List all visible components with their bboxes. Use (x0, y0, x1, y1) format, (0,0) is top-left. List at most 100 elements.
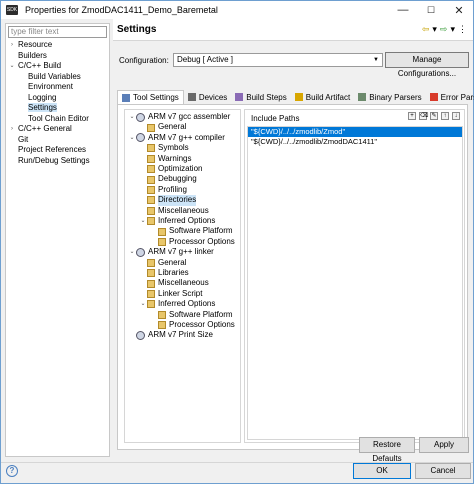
minimize-button[interactable]: — (389, 1, 417, 19)
tree-node[interactable]: Miscellaneous (139, 278, 209, 288)
tab-label: Devices (198, 92, 228, 102)
back-icon[interactable]: ⇦ (422, 24, 430, 35)
expander-icon[interactable]: ⌄ (128, 133, 136, 143)
sidebar-item[interactable]: Logging (6, 93, 109, 104)
tree-node[interactable]: ARM v7 Print Size (128, 330, 213, 341)
sidebar-item-label: Build Variables (28, 71, 81, 81)
manage-configurations-button[interactable]: Manage Configurations... (385, 52, 469, 78)
expander-icon[interactable]: ⌄ (139, 299, 147, 309)
sidebar-item[interactable]: ⌄ C/C++ Build (6, 61, 109, 72)
tree-node[interactable]: Software Platform (150, 226, 233, 236)
tab-icon (235, 93, 244, 101)
tool-gear-icon (136, 331, 145, 341)
tree-node[interactable]: Linker Script (139, 289, 202, 299)
tab[interactable]: Binary Parsers (354, 90, 425, 104)
tree-node[interactable]: ⌄ ARM v7 gcc assembler (128, 112, 230, 122)
cancel-button[interactable]: Cancel (415, 463, 471, 479)
tree-node-label: Debugging (158, 174, 197, 184)
tab[interactable]: Error Parsers (426, 90, 474, 104)
folder-icon (147, 269, 155, 278)
sidebar-item[interactable]: Project References (6, 145, 109, 156)
tree-node[interactable]: General (139, 258, 186, 268)
tree-node[interactable]: Symbols (139, 143, 189, 153)
sidebar-item[interactable]: › C/C++ General (6, 124, 109, 135)
restore-defaults-button[interactable]: Restore Defaults (359, 437, 415, 463)
tree-node[interactable]: Software Platform (150, 310, 233, 320)
sidebar-item-label: Logging (28, 92, 57, 102)
forward-menu-icon[interactable]: ▾ (450, 24, 455, 35)
tree-node[interactable]: Directories (139, 195, 197, 206)
maximize-button[interactable]: ☐ (417, 1, 445, 19)
tab-icon (358, 93, 367, 101)
folder-icon (147, 217, 155, 226)
tab[interactable]: Devices (184, 90, 231, 104)
move-down-icon[interactable]: ↓ (452, 112, 460, 120)
sidebar-item[interactable]: Environment (6, 82, 109, 93)
tab[interactable]: Tool Settings (117, 90, 184, 104)
settings-header: Settings ⇦ ▾ ⇨ ▾ ⋮ (113, 19, 473, 41)
view-menu-icon[interactable]: ⋮ (458, 24, 467, 35)
move-up-icon[interactable]: ↑ (441, 112, 449, 120)
tree-node-label: General (158, 122, 187, 132)
sidebar-item[interactable]: Builders (6, 51, 109, 62)
tree-node[interactable]: Processor Options (150, 320, 235, 330)
delete-path-icon[interactable]: ⌫ (419, 112, 428, 120)
sidebar-item[interactable]: Build Variables (6, 72, 109, 83)
tree-node[interactable]: Debugging (139, 174, 197, 184)
tree-node-label: ARM v7 g++ compiler (148, 132, 225, 142)
tree-node-label: Processor Options (169, 320, 235, 329)
tab-icon (294, 93, 303, 101)
tree-node[interactable]: Profiling (139, 185, 187, 195)
expander-icon[interactable]: › (8, 40, 16, 51)
sidebar: type filter text › Resource Builders ⌄ C/C++… (5, 23, 110, 457)
sidebar-item[interactable]: Run/Debug Settings (6, 156, 109, 167)
tree-node-label: Processor Options (169, 236, 235, 246)
sidebar-item[interactable]: › Resource (6, 40, 109, 51)
tree-node-label: Inferred Options (158, 299, 216, 309)
sidebar-item-label: C/C++ Build (18, 61, 62, 70)
tree-node[interactable]: ⌄ ARM v7 g++ linker (128, 247, 214, 257)
tree-node[interactable]: ⌄ ARM v7 g++ compiler (128, 133, 225, 143)
tab[interactable]: Build Steps (231, 90, 290, 104)
tab-label: Build Steps (246, 92, 287, 102)
tree-node[interactable]: General (139, 122, 186, 132)
apply-button[interactable]: Apply (419, 437, 469, 453)
expander-icon[interactable]: ⌄ (128, 247, 136, 257)
tree-node[interactable]: Miscellaneous (139, 206, 209, 216)
sidebar-item[interactable]: Git (6, 135, 109, 146)
tree-node[interactable]: Warnings (139, 154, 192, 164)
sidebar-item[interactable]: Tool Chain Editor (6, 114, 109, 125)
sidebar-nav: › Resource Builders ⌄ C/C++ Build Build Varia… (6, 40, 109, 166)
edit-path-icon[interactable]: ✎ (430, 112, 438, 120)
tree-node-label: General (158, 257, 187, 267)
configuration-select[interactable]: Debug [ Active ] ▼ (173, 53, 383, 67)
back-menu-icon[interactable]: ▾ (432, 24, 437, 35)
expander-icon[interactable]: › (8, 124, 16, 135)
sidebar-item-label: Project References (18, 145, 87, 154)
tree-node[interactable]: Libraries (139, 268, 189, 278)
tree-node[interactable]: ⌄ Inferred Options (139, 299, 215, 309)
include-paths-list[interactable]: "${CWD}/../../zmodlib/Zmod" "${CWD}/../..… (247, 126, 463, 440)
include-path-item[interactable]: "${CWD}/../../zmodlib/ZmodDAC1411" (248, 137, 462, 147)
tab[interactable]: Build Artifact (291, 90, 354, 104)
expander-icon[interactable]: ⌄ (8, 61, 16, 72)
tree-node[interactable]: Processor Options (150, 237, 235, 247)
folder-icon (147, 123, 155, 132)
tree-node[interactable]: Optimization (139, 164, 202, 174)
ok-button[interactable]: OK (353, 463, 411, 479)
sidebar-item-label: Tool Chain Editor (28, 113, 89, 123)
sidebar-item-label: Git (18, 134, 29, 144)
sidebar-item[interactable]: Settings (6, 103, 109, 114)
include-path-item[interactable]: "${CWD}/../../zmodlib/Zmod" (248, 127, 462, 137)
tree-node[interactable]: ⌄ Inferred Options (139, 216, 215, 226)
expander-icon[interactable]: ⌄ (128, 112, 136, 122)
add-path-icon[interactable]: + (408, 112, 416, 120)
include-paths-toolbar: + ⌫ ✎ ↑ ↓ (408, 112, 460, 120)
close-button[interactable]: ✕ (445, 1, 473, 19)
expander-icon[interactable]: ⌄ (139, 216, 147, 226)
tree-node-label: Software Platform (169, 226, 233, 236)
forward-icon[interactable]: ⇨ (440, 24, 448, 35)
help-icon[interactable]: ? (6, 465, 18, 477)
filter-input[interactable]: type filter text (8, 26, 107, 38)
sidebar-item-label: Run/Debug Settings (18, 155, 90, 165)
